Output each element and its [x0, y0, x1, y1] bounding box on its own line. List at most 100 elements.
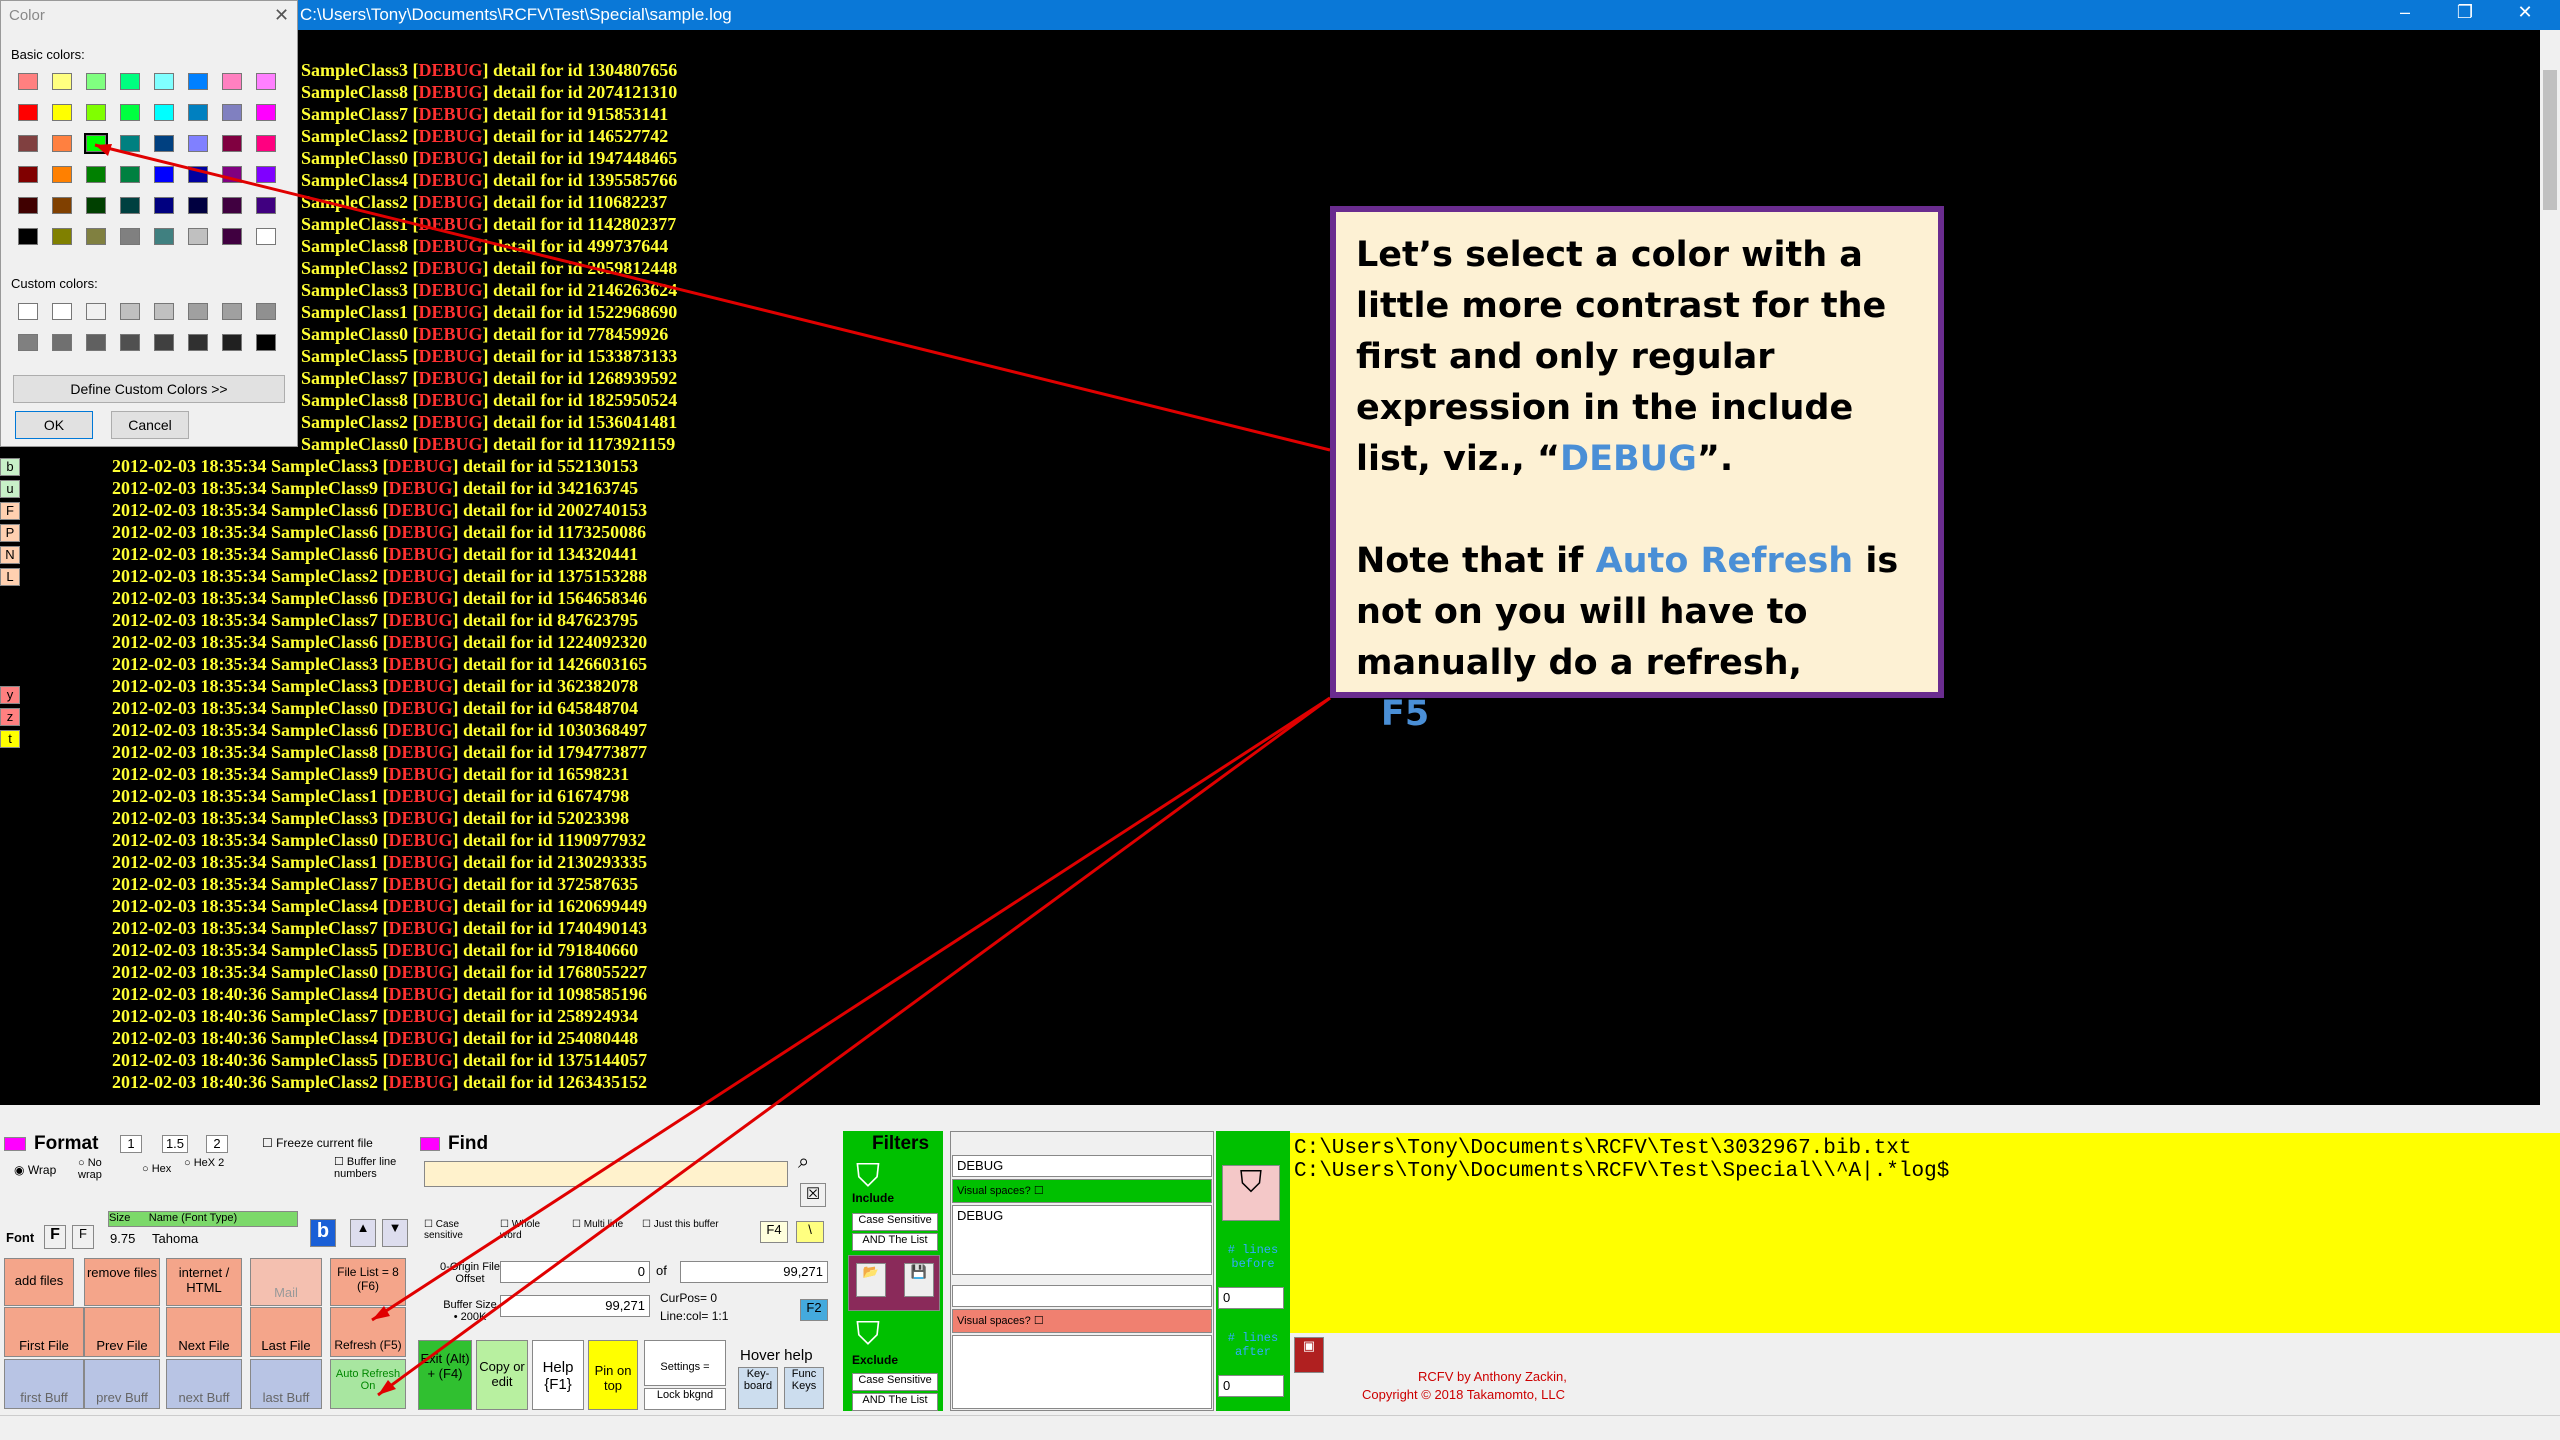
bookmark-marker[interactable]: L [0, 568, 20, 586]
help-button[interactable]: Help {F1} [532, 1340, 584, 1410]
custom-color-swatch[interactable] [52, 303, 72, 320]
wrap-radio[interactable]: ◉ Wrap [14, 1163, 56, 1177]
basic-color-swatch[interactable] [52, 228, 72, 245]
exclude-list[interactable] [952, 1335, 1212, 1409]
basic-color-swatch[interactable] [256, 197, 276, 214]
cancel-button[interactable]: Cancel [111, 411, 189, 439]
custom-color-swatch[interactable] [86, 334, 106, 351]
find-next-icon[interactable]: \ [796, 1221, 824, 1243]
basic-color-swatch[interactable] [18, 104, 38, 121]
basic-color-swatch[interactable] [120, 197, 140, 214]
whole-word-checkbox[interactable]: ☐ Whole word [500, 1219, 560, 1241]
custom-color-swatch[interactable] [188, 303, 208, 320]
spacing-2-button[interactable]: 2 [206, 1135, 228, 1153]
scroll-thumb[interactable] [2543, 70, 2557, 210]
apply-filter-icon[interactable]: ⛉ [1222, 1165, 1280, 1221]
lock-background-button[interactable]: Lock bkgnd [644, 1388, 726, 1410]
path-item[interactable]: C:\Users\Tony\Documents\RCFV\Test\Specia… [1294, 1160, 2556, 1183]
basic-color-swatch[interactable] [86, 166, 106, 183]
custom-color-swatch[interactable] [52, 334, 72, 351]
scroll-up-icon[interactable]: ▲ [350, 1219, 376, 1247]
first-buff-button[interactable]: first Buff [4, 1359, 84, 1409]
auto-refresh-toggle[interactable]: Auto Refresh On [330, 1359, 406, 1409]
basic-color-swatch[interactable] [154, 104, 174, 121]
basic-color-swatch[interactable] [154, 166, 174, 183]
just-buffer-checkbox[interactable]: ☐ Just this buffer [642, 1219, 722, 1230]
find-input[interactable] [424, 1161, 788, 1187]
custom-color-swatch[interactable] [120, 334, 140, 351]
basic-color-swatch[interactable] [256, 73, 276, 90]
buffer-line-numbers-checkbox[interactable]: ☐ Buffer line numbers [334, 1155, 414, 1180]
f2-button[interactable]: F2 [800, 1299, 828, 1321]
basic-color-swatch[interactable] [188, 166, 208, 183]
log-view[interactable]: SampleClass3 [DEBUG] detail for id 13048… [0, 30, 2540, 1105]
exclude-case-button[interactable]: Case Sensitive [852, 1373, 938, 1391]
vertical-scrollbar[interactable] [2540, 30, 2560, 1105]
bold-toggle[interactable]: b [310, 1219, 336, 1247]
custom-color-swatch[interactable] [18, 303, 38, 320]
freeze-file-checkbox[interactable]: ☐ Freeze current file [262, 1136, 373, 1150]
spacing-1-5-button[interactable]: 1.5 [162, 1135, 188, 1153]
internet-html-button[interactable]: internet / HTML [166, 1258, 242, 1306]
custom-color-swatch[interactable] [86, 303, 106, 320]
define-custom-colors-button[interactable]: Define Custom Colors >> [13, 375, 285, 403]
basic-color-swatch[interactable] [18, 135, 38, 152]
find-case-checkbox[interactable]: ☐ Case sensitive [424, 1219, 484, 1241]
settings-button[interactable]: Settings = [644, 1340, 726, 1386]
remove-files-button[interactable]: remove files [84, 1258, 160, 1306]
bookmark-marker[interactable]: P [0, 524, 20, 542]
hex2-radio[interactable]: ○ HeX 2 [184, 1157, 240, 1169]
last-file-button[interactable]: Last File [250, 1307, 322, 1357]
basic-color-swatch[interactable] [154, 228, 174, 245]
dialog-close-icon[interactable]: ✕ [274, 5, 289, 26]
file-list-button[interactable]: File List = 8 (F6) [330, 1258, 406, 1306]
custom-color-swatch[interactable] [188, 334, 208, 351]
basic-color-swatch[interactable] [120, 73, 140, 90]
custom-color-swatch[interactable] [154, 303, 174, 320]
next-buff-button[interactable]: next Buff [166, 1359, 242, 1409]
bookmark-marker[interactable]: b [0, 458, 20, 476]
basic-color-swatch[interactable] [154, 135, 174, 152]
basic-color-swatch[interactable] [188, 73, 208, 90]
basic-color-swatch[interactable] [86, 228, 106, 245]
prev-buff-button[interactable]: prev Buff [84, 1359, 160, 1409]
custom-color-swatch[interactable] [120, 303, 140, 320]
bookmark-marker[interactable]: N [0, 546, 20, 564]
include-visual-spaces[interactable]: Visual spaces? ☐ [952, 1179, 1212, 1203]
basic-color-swatch[interactable] [188, 228, 208, 245]
basic-color-swatch[interactable] [188, 104, 208, 121]
basic-color-swatch[interactable] [188, 197, 208, 214]
first-file-button[interactable]: First File [4, 1307, 84, 1357]
custom-color-swatch[interactable] [18, 334, 38, 351]
basic-color-swatch[interactable] [154, 73, 174, 90]
font-increase-icon[interactable]: F [44, 1225, 66, 1249]
custom-color-swatch[interactable] [256, 334, 276, 351]
basic-color-swatch[interactable] [86, 73, 106, 90]
basic-color-swatch[interactable] [222, 166, 242, 183]
include-pattern-input[interactable]: DEBUG [952, 1155, 1212, 1177]
add-files-button[interactable]: add files [4, 1258, 74, 1306]
include-case-button[interactable]: Case Sensitive [852, 1213, 938, 1231]
scroll-down-icon[interactable]: ▼ [382, 1219, 408, 1247]
refresh-button[interactable]: Refresh (F5) [330, 1307, 406, 1357]
save-icon[interactable]: 💾 [904, 1263, 934, 1297]
restore-button[interactable]: ❐ [2435, 2, 2495, 23]
horizontal-scrollbar[interactable] [0, 1105, 2560, 1125]
exclude-and-button[interactable]: AND The List [852, 1393, 938, 1411]
font-button[interactable]: Font [6, 1230, 34, 1245]
ok-button[interactable]: OK [15, 411, 93, 439]
basic-color-swatch[interactable] [18, 197, 38, 214]
bookmark-marker[interactable]: u [0, 480, 20, 498]
path-item[interactable]: C:\Users\Tony\Documents\RCFV\Test\303296… [1294, 1137, 2556, 1160]
spacing-1-button[interactable]: 1 [120, 1135, 142, 1153]
bookmark-marker[interactable]: t [0, 730, 20, 748]
basic-color-swatch[interactable] [86, 197, 106, 214]
basic-color-swatch[interactable] [120, 228, 140, 245]
basic-color-swatch[interactable] [222, 197, 242, 214]
lines-before-input[interactable]: 0 [1218, 1287, 1284, 1309]
font-decrease-icon[interactable]: F [72, 1225, 94, 1249]
exit-button[interactable]: Exit (Alt) + (F4) [418, 1340, 472, 1410]
basic-color-swatch[interactable] [18, 73, 38, 90]
multi-line-checkbox[interactable]: ☐ Multi line [572, 1219, 632, 1230]
basic-color-swatch[interactable] [120, 166, 140, 183]
